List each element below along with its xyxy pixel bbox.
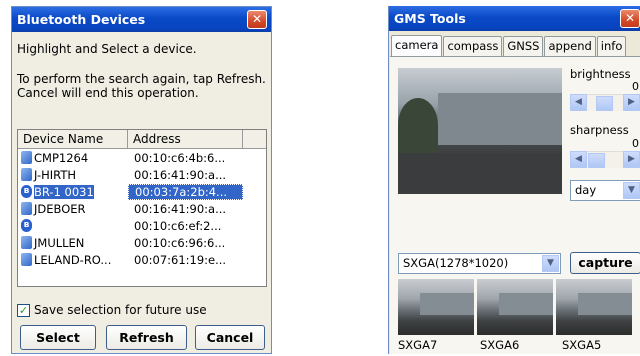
- capture-button[interactable]: capture: [570, 252, 640, 274]
- title-bar: Bluetooth Devices ✕: [12, 7, 271, 32]
- device-name: J-HIRTH: [34, 167, 76, 182]
- column-header-address[interactable]: Address: [128, 130, 243, 148]
- arrow-right-icon[interactable]: ▶: [623, 151, 640, 168]
- mode-value: day: [575, 183, 597, 197]
- brightness-label: brightness: [570, 67, 631, 81]
- preview-tree: [398, 98, 438, 153]
- tab-info[interactable]: info: [596, 36, 627, 56]
- resolution-select[interactable]: SXGA(1278*1020) ▼: [398, 253, 561, 274]
- column-header-filler: [243, 130, 266, 148]
- gms-tools-window: GMS Tools ✕ camera compass GNSS append i…: [388, 6, 640, 354]
- list-item[interactable]: CMP1264 00:10:c6:4b:6...: [18, 149, 266, 166]
- list-item[interactable]: ʙ 00:10:c6:ef:2...: [18, 217, 266, 234]
- cancel-button[interactable]: Cancel: [195, 325, 265, 350]
- device-icon: [21, 151, 32, 164]
- save-selection-option[interactable]: ✓ Save selection for future use: [17, 303, 207, 317]
- photo-thumbnail[interactable]: [556, 279, 632, 335]
- arrow-right-icon[interactable]: ▶: [623, 94, 640, 111]
- bluetooth-icon: ʙ: [21, 185, 32, 198]
- list-item[interactable]: JMULLEN 00:10:c6:96:6...: [18, 234, 266, 251]
- device-icon: [21, 202, 32, 215]
- resolution-value: SXGA(1278*1020): [403, 256, 509, 270]
- device-list[interactable]: Device Name Address CMP1264 00:10:c6:4b:…: [17, 129, 267, 287]
- device-address: 00:03:7a:2b:4...: [128, 183, 243, 200]
- sharpness-label: sharpness: [570, 123, 629, 137]
- preview-building: [438, 93, 562, 145]
- device-address: 00:07:61:19:e...: [134, 252, 227, 267]
- list-item-selected[interactable]: ʙ BR-1 0031 00:03:7a:2b:4...: [18, 183, 266, 200]
- close-button[interactable]: ✕: [247, 10, 267, 29]
- sharpness-value: 0: [632, 137, 639, 150]
- instruction-text: Highlight and Select a device.: [17, 42, 197, 56]
- bluetooth-devices-window: Bluetooth Devices ✕ Highlight and Select…: [11, 6, 272, 354]
- list-item[interactable]: JDEBOER 00:16:41:90:a...: [18, 200, 266, 217]
- device-name: BR-1 0031: [34, 184, 94, 199]
- device-address: 00:10:c6:4b:6...: [134, 150, 226, 165]
- info-text: To perform the search again, tap Refresh…: [17, 72, 266, 100]
- thumbnail-label: SXGA5: [562, 338, 602, 352]
- device-name: JMULLEN: [34, 235, 85, 250]
- device-address: 00:10:c6:96:6...: [134, 235, 226, 250]
- tab-compass[interactable]: compass: [443, 36, 503, 56]
- save-selection-checkbox[interactable]: ✓: [17, 303, 30, 317]
- list-header: Device Name Address: [18, 130, 266, 149]
- preview-road: [398, 153, 562, 194]
- device-name: JDEBOER: [34, 201, 86, 216]
- select-button[interactable]: Select: [20, 325, 96, 350]
- thumbnail-label: SXGA7: [398, 338, 438, 352]
- mode-select[interactable]: day ▼: [570, 180, 640, 201]
- chevron-down-icon[interactable]: ▼: [542, 255, 559, 272]
- thumbnail-label: SXGA6: [480, 338, 520, 352]
- save-selection-label: Save selection for future use: [34, 303, 207, 317]
- window-title: Bluetooth Devices: [17, 12, 146, 27]
- sharpness-thumb[interactable]: [588, 153, 605, 168]
- close-button[interactable]: ✕: [620, 9, 640, 28]
- brightness-thumb[interactable]: [596, 96, 613, 111]
- brightness-slider[interactable]: ◀ ▶: [570, 94, 640, 111]
- list-item[interactable]: LELAND-RO... 00:07:61:19:e...: [18, 251, 266, 268]
- device-icon: [21, 236, 32, 249]
- tab-append[interactable]: append: [544, 36, 596, 56]
- bluetooth-icon: ʙ: [21, 219, 32, 232]
- list-item[interactable]: J-HIRTH 00:16:41:90:a...: [18, 166, 266, 183]
- photo-thumbnail[interactable]: [398, 279, 474, 335]
- camera-panel: brightness 0 ◀ ▶ sharpness 0 ◀ ▶ day ▼ S…: [390, 56, 640, 354]
- camera-preview: [398, 68, 562, 194]
- photo-thumbnail[interactable]: [477, 279, 553, 335]
- device-icon: [21, 253, 32, 266]
- device-address: 00:16:41:90:a...: [134, 167, 227, 182]
- chevron-down-icon[interactable]: ▼: [623, 182, 640, 199]
- device-address: 00:16:41:90:a...: [134, 201, 227, 216]
- device-name: LELAND-RO...: [34, 252, 112, 267]
- arrow-left-icon[interactable]: ◀: [570, 151, 587, 168]
- tab-bar: camera compass GNSS append info: [391, 35, 627, 56]
- refresh-button[interactable]: Refresh: [106, 325, 187, 350]
- device-icon: [21, 168, 32, 181]
- tab-camera[interactable]: camera: [391, 35, 443, 56]
- arrow-left-icon[interactable]: ◀: [570, 94, 587, 111]
- sharpness-slider[interactable]: ◀ ▶: [570, 151, 640, 168]
- device-name: CMP1264: [34, 150, 89, 165]
- tab-gnss[interactable]: GNSS: [503, 36, 544, 56]
- device-address: 00:10:c6:ef:2...: [134, 218, 222, 233]
- column-header-device-name[interactable]: Device Name: [18, 130, 128, 148]
- brightness-value: 0: [632, 80, 639, 93]
- window-title: GMS Tools: [394, 11, 466, 26]
- title-bar: GMS Tools ✕: [389, 6, 640, 31]
